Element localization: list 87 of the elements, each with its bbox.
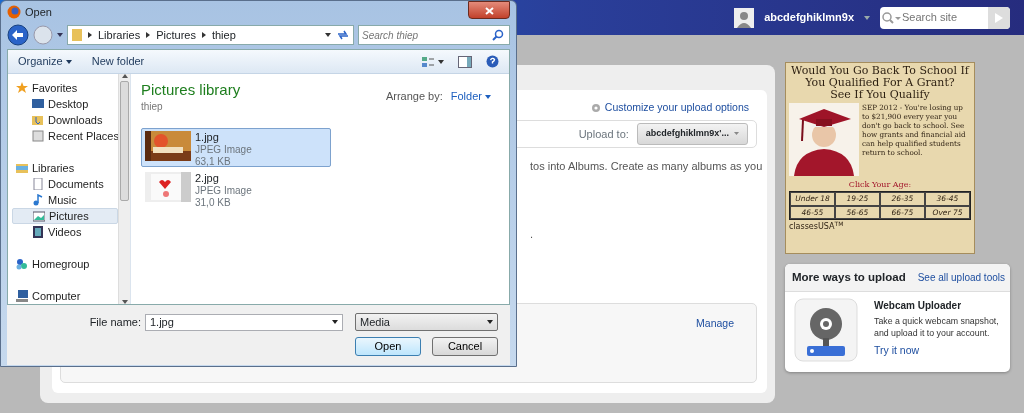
tool-title: Webcam Uploader	[874, 299, 963, 314]
search-box[interactable]: Search site	[880, 6, 1010, 29]
search-icon	[492, 29, 504, 41]
breadcrumb-item[interactable]: Pictures	[156, 26, 196, 44]
nav-item[interactable]: Recent Places	[12, 128, 118, 144]
folder-icon	[72, 29, 82, 41]
film-icon	[32, 226, 44, 238]
view-icon[interactable]	[422, 55, 444, 68]
app-icon	[7, 5, 21, 19]
album-dropdown[interactable]: abcdefghiklmn9x'...	[636, 123, 748, 145]
help-icon[interactable]	[486, 55, 499, 68]
file-size: 63,1 KB	[195, 155, 232, 168]
webcam-icon[interactable]	[794, 298, 858, 363]
preview-pane-icon[interactable]	[458, 55, 472, 68]
window-title: Open	[25, 4, 52, 20]
nav-item[interactable]: Pictures	[12, 208, 118, 224]
nav-item[interactable]: Homegroup	[12, 256, 118, 272]
computer-icon	[16, 290, 28, 302]
avatar-icon	[734, 7, 755, 28]
caret-icon[interactable]	[57, 33, 63, 37]
nav-item[interactable]: Documents	[12, 176, 118, 192]
back-icon[interactable]	[7, 24, 29, 46]
text-fragment: .	[530, 228, 534, 241]
breadcrumb-item[interactable]: Libraries	[98, 26, 141, 44]
file-name: 1.jpg	[195, 130, 220, 144]
library-icon	[16, 162, 28, 174]
scrollbar-thumb[interactable]	[120, 81, 129, 201]
file-type: JPEG Image	[195, 143, 252, 156]
library-subtitle: thiep	[141, 99, 164, 114]
caret-icon	[485, 94, 491, 99]
description-text: tos into Albums. Create as many albums as you	[530, 159, 763, 172]
try-link[interactable]: Try it now	[874, 343, 1004, 359]
nav-item[interactable]: Desktop	[12, 96, 118, 112]
ad-headline: Would You Go Back To School If You Qualified For A Grant?	[790, 65, 971, 90]
monitor-icon	[32, 98, 44, 110]
tool-description: Take a quick webcam snapshot, and upload it to your account.	[874, 316, 1000, 340]
toolbar-button[interactable]: New folder	[91, 53, 145, 70]
file-name-field[interactable]: 1.jpg	[145, 313, 343, 331]
folder-icon	[32, 114, 44, 126]
file-name-label: File name:	[89, 314, 141, 330]
see-all-link[interactable]: See all upload tools	[917, 270, 1005, 286]
toolbar-button[interactable]: Organize	[18, 53, 72, 70]
nav-item[interactable]: Libraries	[12, 160, 118, 176]
music-note-icon	[32, 194, 44, 206]
star-icon	[16, 82, 28, 94]
advertisement[interactable]	[785, 62, 975, 254]
upload-to-label: Upload to:	[578, 126, 629, 142]
chevron-icon	[201, 32, 206, 38]
caret-icon	[487, 320, 493, 324]
caret-icon	[332, 320, 338, 324]
file-item[interactable]: 2.jpg JPEG Image 31,0 KB	[141, 168, 331, 208]
ad-prompt: Click Your Age:	[847, 179, 913, 192]
nav-item[interactable]: Downloads	[12, 112, 118, 128]
image-icon	[33, 210, 45, 222]
breadcrumb-item[interactable]: thiep	[211, 26, 236, 44]
chevron-icon	[88, 32, 92, 38]
refresh-icon[interactable]	[337, 30, 349, 40]
customize-link[interactable]: Customize your upload options	[604, 100, 749, 116]
caret-icon	[734, 132, 739, 136]
ad-subheadline: See If You Qualify	[829, 89, 931, 102]
file-item[interactable]: 1.jpg JPEG Image 63,1 KB	[141, 127, 331, 167]
arrange-label: Arrange by:	[385, 88, 443, 104]
manage-link[interactable]: Manage	[696, 316, 734, 370]
nav-item[interactable]: Computer	[12, 288, 118, 304]
search-icon	[880, 10, 902, 25]
nav-item[interactable]: Favorites	[12, 80, 118, 96]
file-name: 2.jpg	[195, 171, 220, 185]
file-size: 31,0 KB	[195, 196, 232, 209]
ad-brand: classesUSA$^{TM}$	[789, 220, 845, 233]
arrange-dropdown[interactable]: Folder	[450, 87, 491, 105]
close-icon	[484, 6, 494, 15]
open-button[interactable]: Open	[355, 337, 421, 356]
library-title: Pictures library	[141, 82, 241, 99]
cancel-button[interactable]: Cancel	[432, 337, 498, 356]
homegroup-icon	[16, 258, 28, 270]
nav-item[interactable]: Videos	[12, 224, 118, 240]
file-type-dropdown[interactable]: Media	[355, 313, 498, 331]
caret-icon[interactable]	[325, 33, 331, 37]
close-button[interactable]	[468, 1, 510, 19]
address-bar[interactable]: Libraries Pictures thiep	[67, 25, 354, 45]
file-type: JPEG Image	[195, 184, 252, 197]
username[interactable]: abcdefghiklmn9x	[764, 9, 854, 26]
document-icon	[32, 178, 44, 190]
chevron-icon	[146, 32, 151, 38]
search-box[interactable]: Search thiep	[358, 25, 510, 45]
card-title: More ways to upload	[792, 270, 906, 285]
nav-item[interactable]: Music	[12, 192, 118, 208]
